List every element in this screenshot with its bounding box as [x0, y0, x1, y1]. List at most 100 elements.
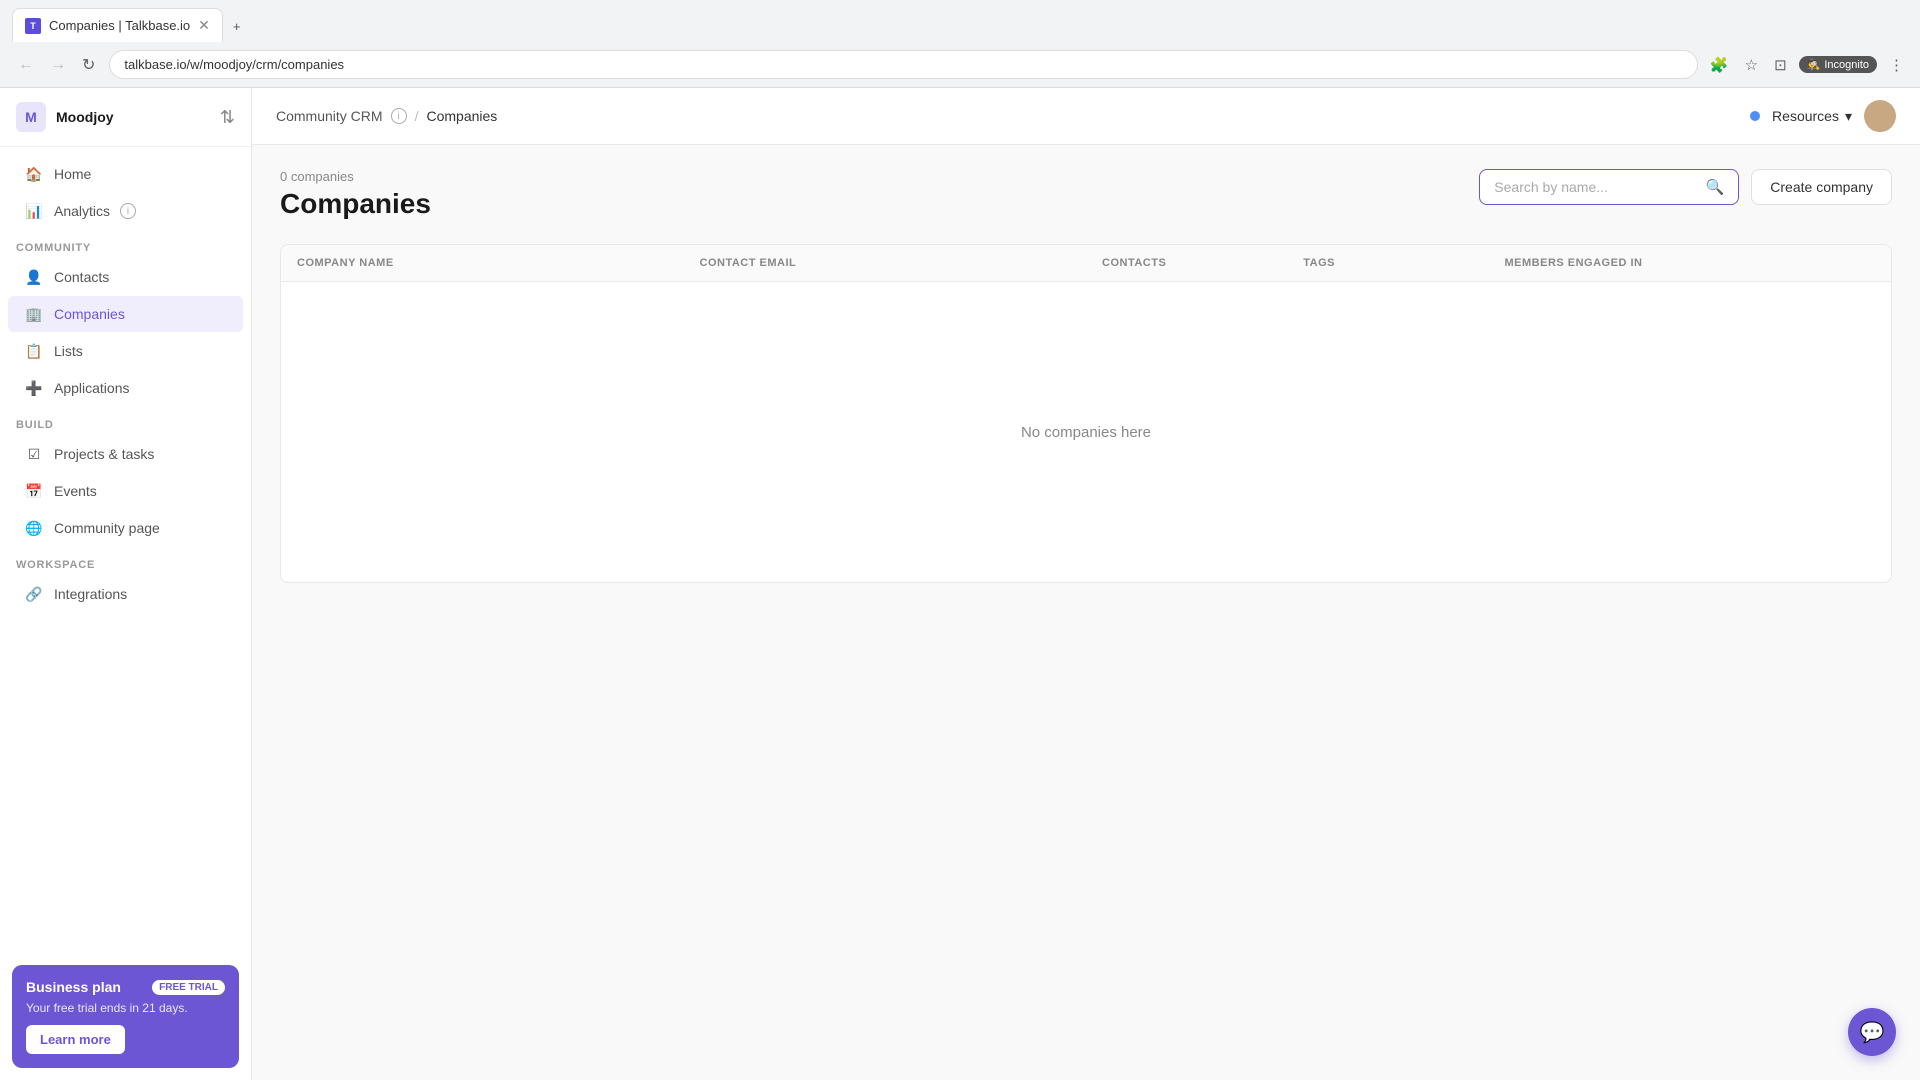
bookmark-button[interactable]: ☆ — [1741, 52, 1762, 78]
resources-button[interactable]: Resources ▾ — [1772, 108, 1852, 125]
col-contacts: CONTACTS — [1086, 245, 1287, 281]
status-indicator — [1750, 111, 1760, 121]
empty-state-message: No companies here — [1021, 344, 1151, 521]
resources-label: Resources — [1772, 108, 1839, 124]
sidebar-item-integrations[interactable]: 🔗 Integrations — [8, 576, 243, 612]
sidebar-button[interactable]: ⊡ — [1770, 52, 1791, 78]
new-tab-icon: + — [233, 19, 241, 34]
chat-icon: 💬 — [1860, 1020, 1885, 1045]
breadcrumb-parent[interactable]: Community CRM — [276, 108, 383, 124]
sidebar-item-home[interactable]: 🏠 Home — [8, 156, 243, 192]
tab-title: Companies | Talkbase.io — [49, 18, 190, 33]
sidebar-toggle-button[interactable]: ⇅ — [220, 107, 235, 128]
sidebar-item-companies-label: Companies — [54, 306, 125, 322]
page-title: Companies — [280, 188, 431, 220]
tab-favicon: T — [25, 18, 41, 34]
col-company-name: COMPANY NAME — [281, 245, 684, 281]
sidebar-item-events[interactable]: 📅 Events — [8, 473, 243, 509]
incognito-badge: 🕵 Incognito — [1799, 56, 1877, 73]
events-icon: 📅 — [24, 481, 44, 501]
sidebar-item-lists[interactable]: 📋 Lists — [8, 333, 243, 369]
trial-header: Business plan FREE TRIAL — [26, 979, 225, 995]
browser-actions: 🧩 ☆ ⊡ 🕵 Incognito ⋮ — [1706, 52, 1908, 78]
trial-badge: FREE TRIAL — [152, 980, 225, 995]
companies-table: COMPANY NAME CONTACT EMAIL CONTACTS TAGS… — [280, 244, 1892, 583]
new-tab-button[interactable]: + — [225, 11, 249, 42]
breadcrumb-separator: / — [415, 108, 419, 124]
extensions-button[interactable]: 🧩 — [1706, 52, 1733, 78]
main-content: Community CRM i / Companies Resources ▾ — [252, 88, 1920, 1080]
workspace-info: M Moodjoy — [16, 102, 114, 132]
projects-icon: ☑ — [24, 444, 44, 464]
url-text: talkbase.io/w/moodjoy/crm/companies — [124, 57, 1683, 72]
workspace-section-label: WORKSPACE — [0, 547, 251, 575]
page-actions: 🔍 Create company — [1479, 169, 1892, 205]
table-body: No companies here — [281, 282, 1891, 582]
create-company-button[interactable]: Create company — [1751, 169, 1892, 205]
trial-banner: Business plan FREE TRIAL Your free trial… — [12, 965, 239, 1068]
resources-chevron-icon: ▾ — [1845, 108, 1852, 125]
breadcrumb: Community CRM i / Companies — [276, 108, 497, 124]
contacts-icon: 👤 — [24, 267, 44, 287]
user-avatar[interactable] — [1864, 100, 1896, 132]
sidebar-item-integrations-label: Integrations — [54, 586, 127, 602]
incognito-label: Incognito — [1824, 59, 1869, 71]
search-box[interactable]: 🔍 — [1479, 169, 1739, 205]
sidebar-item-projects[interactable]: ☑ Projects & tasks — [8, 436, 243, 472]
app: M Moodjoy ⇅ 🏠 Home 📊 Analytics i COMMUNI… — [0, 88, 1920, 1080]
browser-chrome: T Companies | Talkbase.io ✕ + ← → ↻ talk… — [0, 0, 1920, 88]
menu-button[interactable]: ⋮ — [1885, 52, 1908, 78]
company-count: 0 companies — [280, 169, 431, 184]
community-section-label: COMMUNITY — [0, 230, 251, 258]
topbar-right: Resources ▾ — [1750, 100, 1896, 132]
table-header: COMPANY NAME CONTACT EMAIL CONTACTS TAGS… — [281, 245, 1891, 282]
sidebar-item-contacts-label: Contacts — [54, 269, 109, 285]
col-members-engaged: MEMBERS ENGAGED IN — [1489, 245, 1892, 281]
sidebar-item-analytics-label: Analytics — [54, 203, 110, 219]
search-input[interactable] — [1494, 179, 1697, 195]
analytics-info-icon[interactable]: i — [120, 203, 136, 219]
forward-button[interactable]: → — [44, 51, 72, 79]
sidebar-header: M Moodjoy ⇅ — [0, 88, 251, 147]
workspace-name: Moodjoy — [56, 109, 114, 125]
sidebar-item-applications[interactable]: ➕ Applications — [8, 370, 243, 406]
chat-widget-button[interactable]: 💬 — [1848, 1008, 1896, 1056]
sidebar-item-applications-label: Applications — [54, 380, 130, 396]
nav-buttons: ← → ↻ — [12, 51, 101, 79]
col-contact-email: CONTACT EMAIL — [684, 245, 1087, 281]
sidebar-footer: Business plan FREE TRIAL Your free trial… — [0, 953, 251, 1080]
tab-close-button[interactable]: ✕ — [198, 17, 210, 34]
back-button[interactable]: ← — [12, 51, 40, 79]
trial-text: Your free trial ends in 21 days. — [26, 1001, 225, 1015]
sidebar-item-contacts[interactable]: 👤 Contacts — [8, 259, 243, 295]
lists-icon: 📋 — [24, 341, 44, 361]
community-page-icon: 🌐 — [24, 518, 44, 538]
build-section-label: BUILD — [0, 407, 251, 435]
search-icon: 🔍 — [1706, 178, 1725, 196]
breadcrumb-info-icon[interactable]: i — [391, 108, 407, 124]
applications-icon: ➕ — [24, 378, 44, 398]
sidebar-item-companies[interactable]: 🏢 Companies — [8, 296, 243, 332]
page-content: 0 companies Companies 🔍 Create company C… — [252, 145, 1920, 1080]
sidebar-item-home-label: Home — [54, 166, 91, 182]
companies-icon: 🏢 — [24, 304, 44, 324]
workspace-avatar: M — [16, 102, 46, 132]
sidebar-item-analytics[interactable]: 📊 Analytics i — [8, 193, 243, 229]
active-tab[interactable]: T Companies | Talkbase.io ✕ — [12, 8, 223, 42]
refresh-button[interactable]: ↻ — [76, 51, 101, 79]
sidebar-item-community-page[interactable]: 🌐 Community page — [8, 510, 243, 546]
sidebar: M Moodjoy ⇅ 🏠 Home 📊 Analytics i COMMUNI… — [0, 88, 252, 1080]
page-title-area: 0 companies Companies — [280, 169, 431, 220]
browser-tabs: T Companies | Talkbase.io ✕ + — [0, 0, 1920, 42]
analytics-icon: 📊 — [24, 201, 44, 221]
sidebar-item-events-label: Events — [54, 483, 97, 499]
home-icon: 🏠 — [24, 164, 44, 184]
topbar: Community CRM i / Companies Resources ▾ — [252, 88, 1920, 145]
learn-more-button[interactable]: Learn more — [26, 1025, 125, 1054]
sidebar-nav: 🏠 Home 📊 Analytics i COMMUNITY 👤 Contact… — [0, 147, 251, 953]
sidebar-item-lists-label: Lists — [54, 343, 83, 359]
breadcrumb-current: Companies — [426, 108, 497, 124]
trial-title: Business plan — [26, 979, 121, 995]
col-tags: TAGS — [1287, 245, 1488, 281]
address-bar[interactable]: talkbase.io/w/moodjoy/crm/companies — [109, 50, 1698, 79]
